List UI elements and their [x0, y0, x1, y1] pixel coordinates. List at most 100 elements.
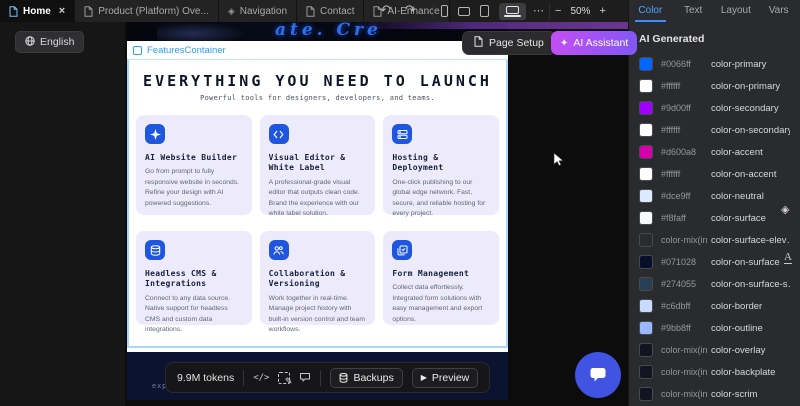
tablet-landscape-icon[interactable]	[458, 6, 470, 16]
ai-assistant-button[interactable]: ✦ AI Assistant	[551, 31, 638, 55]
divider	[243, 369, 245, 386]
selection-label[interactable]: FeaturesContainer	[147, 45, 226, 56]
color-swatch[interactable]	[639, 211, 653, 225]
color-swatch[interactable]	[639, 255, 653, 269]
feature-card[interactable]: Form Management Collect data effortlessl…	[383, 231, 499, 325]
color-row[interactable]: color-mix(in … color-scrim	[629, 383, 800, 405]
color-swatch[interactable]	[639, 123, 653, 137]
feature-card[interactable]: AI Website Builder Go from prompt to ful…	[136, 115, 252, 215]
file-icon	[474, 36, 483, 50]
chat-launcher-button[interactable]	[575, 352, 621, 398]
color-name: color-outline	[711, 322, 763, 334]
color-value: #f8faff	[661, 213, 686, 223]
undo-icon[interactable]: ↶	[380, 0, 391, 22]
design-canvas[interactable]: ate. Cre FeaturesContainer EVERYTHING YO…	[125, 22, 628, 406]
color-row[interactable]: color-mix(in … color-surface-elev…	[629, 229, 800, 251]
feature-cards-grid: AI Website Builder Go from prompt to ful…	[136, 115, 499, 333]
divider	[549, 3, 550, 19]
zoom-out-button[interactable]: −	[555, 5, 561, 17]
color-swatch[interactable]	[639, 79, 653, 93]
gem-icon[interactable]: ◈	[781, 203, 789, 216]
color-row[interactable]: color-mix(in … color-overlay	[629, 339, 800, 361]
color-row[interactable]: #0066ff color-primary	[629, 53, 800, 75]
color-value: #ffffff	[661, 81, 681, 91]
tab-vars[interactable]: Vars	[757, 0, 800, 22]
color-swatch[interactable]	[639, 343, 653, 357]
history-controls: ↶ ↷	[380, 0, 416, 22]
tab-home[interactable]: Home ×	[0, 0, 76, 22]
annotate-tool-icon[interactable]: ✎	[278, 371, 292, 386]
color-swatch[interactable]	[639, 145, 653, 159]
color-row[interactable]: #ffffff color-on-secondary	[629, 119, 800, 141]
page-setup-button[interactable]: Page Setup	[462, 31, 556, 55]
color-swatch[interactable]	[639, 57, 653, 71]
color-value: #dce9ff	[661, 191, 691, 201]
file-icon	[84, 5, 93, 17]
tab-product-overview[interactable]: Product (Platform) Ove...	[75, 0, 219, 22]
backups-button[interactable]: Backups	[330, 367, 403, 388]
site-preview[interactable]: ate. Cre FeaturesContainer EVERYTHING YO…	[127, 22, 508, 400]
language-button[interactable]: English	[15, 31, 85, 53]
form-icon	[392, 240, 413, 260]
code-tool-icon[interactable]: </>	[253, 373, 269, 383]
card-body: A professional-grade visual editor that …	[268, 178, 360, 218]
zoom-level[interactable]: 50%	[570, 6, 590, 17]
features-container[interactable]: EVERYTHING YOU NEED TO LAUNCH Powerful t…	[127, 59, 508, 348]
file-icon	[9, 5, 18, 17]
preview-button[interactable]: ▶ Preview	[411, 367, 479, 388]
tab-navigation[interactable]: ◈ Navigation	[218, 0, 298, 22]
color-swatch[interactable]	[639, 365, 653, 379]
color-row[interactable]: #f8faff color-surface	[629, 207, 800, 229]
tablet-portrait-icon[interactable]	[480, 5, 489, 17]
mouse-cursor	[553, 152, 565, 173]
color-value: color-mix(in …	[661, 235, 711, 245]
color-row[interactable]: #9bb8ff color-outline	[629, 317, 800, 339]
desktop-icon[interactable]	[499, 2, 526, 20]
color-value: color-mix(in …	[661, 389, 711, 399]
color-swatch[interactable]	[639, 189, 653, 203]
color-swatch[interactable]	[639, 299, 653, 313]
color-row[interactable]: #c6dbff color-border	[629, 295, 800, 317]
color-row[interactable]: #d600a8 color-accent	[629, 141, 800, 163]
color-row[interactable]: #9d00ff color-secondary	[629, 97, 800, 119]
feature-card[interactable]: Visual Editor & White Label A profession…	[259, 115, 376, 217]
zoom-in-button[interactable]: +	[599, 5, 605, 17]
color-swatch[interactable]	[639, 233, 653, 247]
phone-icon[interactable]	[441, 5, 448, 17]
more-options-icon[interactable]: ⋯	[533, 0, 545, 22]
divider	[433, 3, 434, 19]
card-body: Work together in real-time. Manage proje…	[268, 294, 365, 334]
color-swatch[interactable]	[639, 167, 653, 181]
tab-layout[interactable]: Layout	[715, 0, 758, 22]
color-swatch[interactable]	[639, 321, 653, 335]
component-icon: ◈	[227, 5, 235, 16]
tab-color[interactable]: Color	[629, 0, 672, 22]
color-row[interactable]: #ffffff color-on-accent	[629, 163, 800, 185]
card-title: Headless CMS & Integrations	[145, 269, 217, 289]
tab-text[interactable]: Text	[672, 0, 715, 22]
feature-card[interactable]: Headless CMS & Integrations Connect to a…	[136, 231, 252, 333]
feature-card[interactable]: Hosting & Deployment One-click publishin…	[383, 115, 499, 217]
tab-contact[interactable]: Contact	[297, 0, 365, 22]
color-swatch[interactable]	[639, 387, 653, 401]
color-row[interactable]: #071028 color-on-surface	[629, 251, 800, 273]
redo-icon[interactable]: ↷	[405, 0, 416, 22]
comment-tool-icon[interactable]	[299, 372, 311, 383]
color-value: #d600a8	[661, 147, 697, 157]
feature-card[interactable]: Collaboration & Versioning Work together…	[259, 231, 376, 333]
color-row[interactable]: #ffffff color-on-primary	[629, 75, 800, 97]
color-swatch[interactable]	[639, 277, 653, 291]
contrast-a-icon[interactable]: A	[784, 251, 792, 265]
canvas-toolbar: 9.9M tokens </> ✎ Backups ▶ Preview	[165, 362, 491, 393]
speech-bubble-icon	[590, 368, 606, 382]
color-swatch[interactable]	[639, 101, 653, 115]
hero-purple-glow	[350, 22, 628, 29]
selection-checkbox[interactable]	[133, 45, 142, 55]
color-value: #c6dbff	[661, 301, 691, 311]
section-heading: EVERYTHING YOU NEED TO LAUNCH	[143, 72, 492, 90]
color-row[interactable]: #274055 color-on-surface-s…	[629, 273, 800, 295]
close-icon[interactable]: ×	[59, 5, 65, 17]
color-row[interactable]: #dce9ff color-neutral	[629, 185, 800, 207]
language-label: English	[40, 36, 75, 48]
color-row[interactable]: color-mix(in … color-backplate	[629, 361, 800, 383]
